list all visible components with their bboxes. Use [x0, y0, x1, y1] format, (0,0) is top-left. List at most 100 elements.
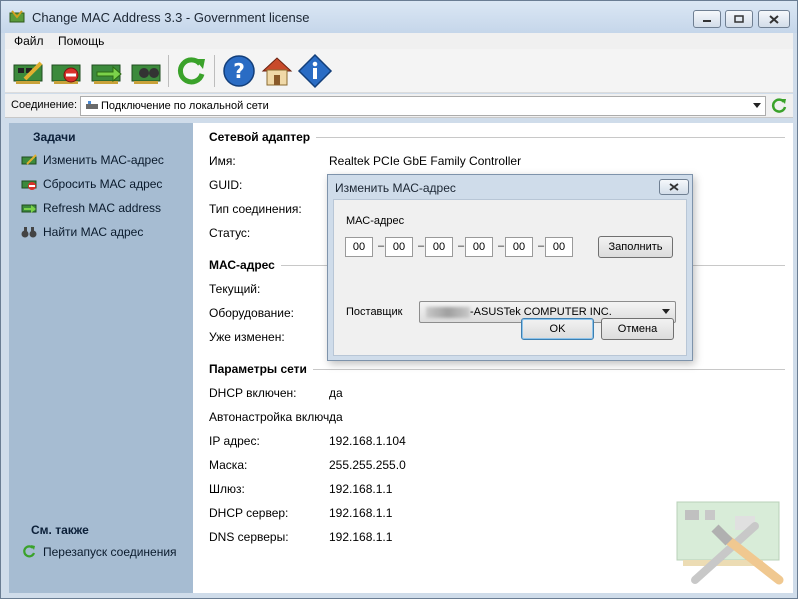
section-adapter: Сетевой адаптер: [209, 129, 785, 145]
prop-label: Маска:: [209, 458, 248, 472]
toolbar-help-button[interactable]: ?: [221, 53, 257, 89]
connection-bar: Соединение: Подключение по локальной сет…: [5, 94, 793, 118]
prop-label: Имя:: [209, 154, 236, 168]
prop-label: IP адрес:: [209, 434, 260, 448]
cancel-button[interactable]: Отмена: [601, 318, 674, 340]
toolbar-refresh-mac-button[interactable]: [89, 53, 125, 89]
task-change-mac[interactable]: Изменить МАС-адрес: [21, 151, 164, 169]
window-title: Change MAC Address 3.3 - Government lice…: [32, 10, 310, 25]
octet-separator: –: [378, 240, 385, 252]
section-network: Параметры сети: [209, 361, 785, 377]
vendor-label: Поставщик: [346, 306, 403, 318]
prop-value: 255.255.255.0: [329, 458, 406, 472]
mac-octet-1-input[interactable]: 00: [345, 237, 373, 257]
menu-bar: Файл Помощь: [5, 33, 793, 49]
section-title: Сетевой адаптер: [209, 130, 311, 144]
menu-file[interactable]: Файл: [14, 34, 44, 48]
prop-value: 192.168.1.104: [329, 434, 406, 448]
task-refresh-mac[interactable]: Refresh MAC address: [21, 199, 161, 217]
tasks-heading: Задачи: [33, 130, 76, 144]
minimize-icon: [703, 20, 711, 22]
section-title: Параметры сети: [209, 362, 307, 376]
prop-label: Статус:: [209, 226, 251, 240]
mac-octet-4-input[interactable]: 00: [465, 237, 493, 257]
refresh-mac-icon: [91, 64, 122, 84]
network-card-watermark-icon: [676, 501, 784, 585]
reset-mac-icon: [51, 64, 81, 84]
dialog-close-button[interactable]: [659, 179, 689, 195]
octet-separator: –: [538, 240, 545, 252]
octet-separator: –: [458, 240, 465, 252]
minimize-button[interactable]: [693, 10, 721, 28]
toolbar-separator: [168, 55, 169, 87]
prop-label: GUID:: [209, 178, 243, 192]
task-label: Перезапуск соединения: [43, 545, 177, 559]
restart-icon: [23, 545, 36, 558]
prop-label: Тип соединения:: [209, 202, 302, 216]
prop-label: Оборудование:: [209, 306, 294, 320]
close-icon: [769, 14, 779, 24]
task-reset-mac[interactable]: Сбросить МАС адрес: [21, 175, 162, 193]
change-mac-icon: [21, 154, 37, 165]
prop-label: Текущий:: [209, 282, 261, 296]
task-label: Найти МАС адрес: [43, 225, 144, 239]
prop-value: 192.168.1.1: [329, 506, 393, 520]
svg-text:?: ?: [233, 59, 245, 83]
fill-button[interactable]: Заполнить: [598, 236, 673, 258]
connection-refresh-icon[interactable]: [770, 97, 788, 115]
see-also-heading: См. также: [31, 523, 89, 537]
chevron-down-icon: [662, 309, 670, 314]
prop-value: 192.168.1.1: [329, 482, 393, 496]
app-icon: [9, 10, 25, 23]
task-sidebar: Задачи Изменить МАС-адрес Сбросить МАС а…: [9, 123, 193, 593]
task-label: Сбросить МАС адрес: [43, 177, 163, 191]
mac-octet-6-input[interactable]: 00: [545, 237, 573, 257]
dialog-title: Изменить МАС-адрес: [335, 181, 456, 195]
mac-address-label: МАС-адрес: [346, 215, 405, 227]
toolbar-reset-mac-button[interactable]: [49, 53, 85, 89]
help-icon: ?: [223, 55, 255, 87]
task-label: Изменить МАС-адрес: [43, 153, 164, 167]
toolbar-find-mac-button[interactable]: [129, 53, 165, 89]
mac-octet-3-input[interactable]: 00: [425, 237, 453, 257]
close-button[interactable]: [758, 10, 790, 28]
info-icon: [297, 53, 333, 89]
mac-octet-2-input[interactable]: 00: [385, 237, 413, 257]
mac-octet-5-input[interactable]: 00: [505, 237, 533, 257]
binoculars-icon: [21, 227, 37, 238]
task-find-mac[interactable]: Найти МАС адрес: [21, 223, 143, 241]
prop-value: 192.168.1.1: [329, 530, 393, 544]
prop-value: да: [329, 386, 343, 400]
dialog-body: МАС-адрес 00 – 00 – 00 – 00 – 00 – 00 За…: [333, 199, 687, 356]
title-bar[interactable]: Change MAC Address 3.3 - Government lice…: [1, 1, 797, 33]
octet-separator: –: [498, 240, 505, 252]
toolbar-change-mac-button[interactable]: [11, 53, 47, 89]
main-window: Change MAC Address 3.3 - Government lice…: [0, 0, 798, 599]
toolbar-refresh-button[interactable]: [173, 53, 209, 89]
network-adapter-icon: [86, 101, 98, 109]
toolbar-info-button[interactable]: [297, 53, 333, 89]
menu-help[interactable]: Помощь: [58, 34, 104, 48]
ok-button[interactable]: OK: [521, 318, 594, 340]
connection-label: Соединение:: [11, 99, 78, 111]
toolbar-home-button[interactable]: [259, 53, 295, 89]
vendor-value: -ASUSTek COMPUTER INC.: [470, 306, 612, 318]
octet-separator: –: [418, 240, 425, 252]
task-restart-connection[interactable]: Перезапуск соединения: [21, 543, 177, 561]
chevron-down-icon: [753, 103, 761, 108]
reset-mac-icon: [21, 180, 37, 190]
task-label: Refresh MAC address: [43, 201, 162, 215]
toolbar-separator: [214, 55, 215, 87]
prop-value: Realtek PCIe GbE Family Controller: [329, 154, 522, 168]
prop-label: Автонастройка включ.:: [209, 410, 336, 424]
refresh-icon: [177, 57, 205, 85]
prop-label: DHCP включен:: [209, 386, 297, 400]
redacted-mac-prefix: [426, 307, 470, 318]
prop-label: Уже изменен:: [209, 330, 285, 344]
maximize-button[interactable]: [725, 10, 753, 28]
refresh-mac-icon: [21, 204, 37, 213]
toolbar: ?: [5, 49, 793, 93]
change-mac-dialog: Изменить МАС-адрес МАС-адрес 00 – 00 – 0…: [327, 174, 693, 361]
connection-select[interactable]: Подключение по локальной сети: [80, 96, 766, 116]
prop-value: да: [329, 410, 343, 424]
